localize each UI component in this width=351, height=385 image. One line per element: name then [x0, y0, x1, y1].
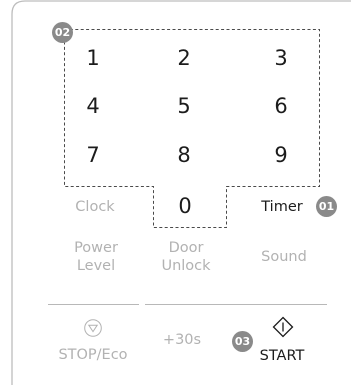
timer-button[interactable]: Timer [252, 198, 312, 216]
key-5[interactable]: 5 [164, 94, 204, 118]
start-button[interactable]: START [252, 316, 312, 370]
start-label: START [259, 348, 305, 364]
power-level-label-line1: Power [74, 240, 118, 256]
plus-30s-button[interactable]: +30s [157, 331, 207, 349]
separator-right [145, 304, 327, 305]
stop-triangle-icon [84, 319, 102, 337]
sound-button[interactable]: Sound [246, 248, 322, 266]
callout-badge-keypad: 02 [52, 22, 73, 43]
separator-left [48, 304, 139, 305]
power-level-label-line2: Level [76, 258, 116, 274]
door-unlock-button[interactable]: Door Unlock [148, 239, 224, 275]
stop-eco-button[interactable]: STOP/Eco [50, 318, 136, 368]
key-2[interactable]: 2 [164, 46, 204, 70]
power-level-button[interactable]: Power Level [58, 239, 134, 275]
key-8[interactable]: 8 [164, 143, 204, 167]
key-7[interactable]: 7 [73, 143, 113, 167]
key-3[interactable]: 3 [261, 46, 301, 70]
key-4[interactable]: 4 [73, 94, 113, 118]
key-9[interactable]: 9 [261, 143, 301, 167]
callout-badge-start: 03 [232, 331, 253, 352]
key-6[interactable]: 6 [261, 94, 301, 118]
stop-eco-label: STOP/Eco [58, 347, 128, 363]
callout-badge-timer: 01 [316, 196, 337, 217]
key-1[interactable]: 1 [73, 46, 113, 70]
door-unlock-label-line2: Unlock [161, 258, 211, 274]
key-0[interactable]: 0 [165, 194, 205, 218]
door-unlock-label-line1: Door [168, 240, 204, 256]
clock-button[interactable]: Clock [60, 198, 130, 216]
start-diamond-icon [272, 316, 294, 338]
